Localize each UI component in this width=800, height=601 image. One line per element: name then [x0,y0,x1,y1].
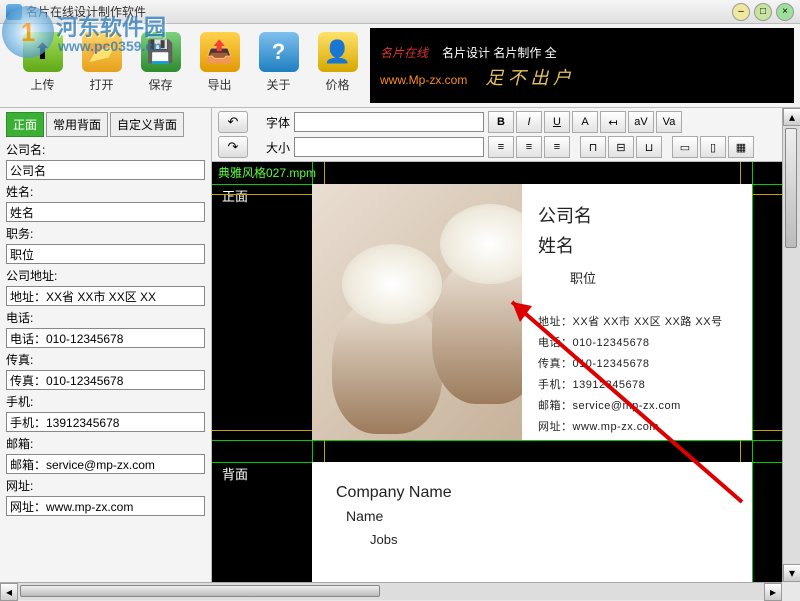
scroll-down-button[interactable]: ▾ [783,564,800,582]
close-button[interactable]: × [776,3,794,21]
price-button[interactable]: 👤价格 [311,32,364,93]
addr-input[interactable] [6,286,205,306]
upload-button[interactable]: ⬆上传 [16,32,69,93]
left-panel: 正面 常用背面 自定义背面 公司名: 姓名: 职务: 公司地址: 电话: 传真:… [0,108,212,582]
scroll-thumb-h[interactable] [20,585,380,597]
bold-button[interactable]: B [488,111,514,133]
mobile-input[interactable] [6,412,205,432]
export-button[interactable]: 📤导出 [193,32,246,93]
minimize-button[interactable]: – [732,3,750,21]
company-label: 公司名: [6,141,205,158]
name-label: 姓名: [6,183,205,200]
valign-bot-button[interactable]: ⊔ [636,136,662,158]
redo-button[interactable]: ↷ [218,136,248,158]
card-line: 电话：010-12345678 [538,334,738,350]
card-line: 地址：XX省 XX市 XX区 XX路 XX号 [538,313,738,329]
align-right-button[interactable]: ≡ [544,136,570,158]
banner-ad: 名片在线名片设计 名片制作 全 www.Mp-zx.com足 不 出 户 [370,28,794,103]
save-button[interactable]: 💾保存 [134,32,187,93]
align-center-button[interactable]: ≡ [516,136,542,158]
scroll-right-button[interactable]: ▸ [764,583,782,601]
addr-label: 公司地址: [6,267,205,284]
card-line: 传真：010-12345678 [538,355,738,371]
job-input[interactable] [6,244,205,264]
font-label: 字体 [256,114,290,131]
scroll-up-button[interactable]: ▴ [783,108,800,126]
distribute-v-button[interactable]: ▯ [700,136,726,158]
card-line: 网址：www.mp-zx.com [538,418,738,434]
size-label: 大小 [256,139,290,156]
tab-common-back[interactable]: 常用背面 [46,112,108,137]
italic-button[interactable]: I [516,111,542,133]
vertical-scrollbar[interactable]: ▴ ▾ [782,108,800,582]
underline-button[interactable]: U [544,111,570,133]
grid-button[interactable]: ▦ [728,136,754,158]
template-filename: 典雅风格027.mpm [218,164,316,181]
card-front[interactable]: 公司名 姓名 职位 地址：XX省 XX市 XX区 XX路 XX号 电话：010-… [312,184,752,440]
tel-label: 电话: [6,309,205,326]
card-line: 手机：13912345678 [538,376,738,392]
fax-label: 传真: [6,351,205,368]
valign-top-button[interactable]: ⊓ [580,136,606,158]
size-input[interactable] [294,137,484,157]
card-image [312,184,522,440]
scroll-thumb-v[interactable] [785,128,797,248]
text-av-button[interactable]: aV [628,111,654,133]
align-left-button[interactable]: ≡ [488,136,514,158]
text-va-button[interactable]: Va [656,111,682,133]
about-button[interactable]: ?关于 [252,32,305,93]
font-input[interactable] [294,112,484,132]
web-label: 网址: [6,477,205,494]
card-line: 邮箱：service@mp-zx.com [538,397,738,413]
font-color-button[interactable]: A [572,111,598,133]
job-label: 职务: [6,225,205,242]
mail-input[interactable] [6,454,205,474]
company-input[interactable] [6,160,205,180]
back-name: Name [346,508,452,524]
fax-input[interactable] [6,370,205,390]
scroll-left-button[interactable]: ◂ [0,583,18,601]
maximize-button[interactable]: □ [754,3,772,21]
web-input[interactable] [6,496,205,516]
arrow-left-button[interactable]: ↤ [600,111,626,133]
back-company: Company Name [336,484,452,502]
open-button[interactable]: 📂打开 [75,32,128,93]
back-job: Jobs [370,532,452,547]
tab-front[interactable]: 正面 [6,112,44,137]
name-input[interactable] [6,202,205,222]
card-name: 姓名 [538,232,738,258]
card-back[interactable]: Company Name Name Jobs [312,462,752,582]
window-title: 名片在线设计制作软件 [6,3,728,20]
mobile-label: 手机: [6,393,205,410]
valign-mid-button[interactable]: ⊟ [608,136,634,158]
canvas-area[interactable]: 典雅风格027.mpm 正面 背面 公司名 姓名 职位 [212,162,800,582]
app-icon [6,4,22,20]
front-side-label: 正面 [222,186,248,205]
card-company: 公司名 [538,202,738,228]
mail-label: 邮箱: [6,435,205,452]
card-job: 职位 [570,268,738,287]
tab-custom-back[interactable]: 自定义背面 [110,112,184,137]
tel-input[interactable] [6,328,205,348]
undo-button[interactable]: ↶ [218,111,248,133]
distribute-h-button[interactable]: ▭ [672,136,698,158]
back-side-label: 背面 [222,464,248,483]
horizontal-scrollbar[interactable]: ◂ ▸ [0,582,782,600]
